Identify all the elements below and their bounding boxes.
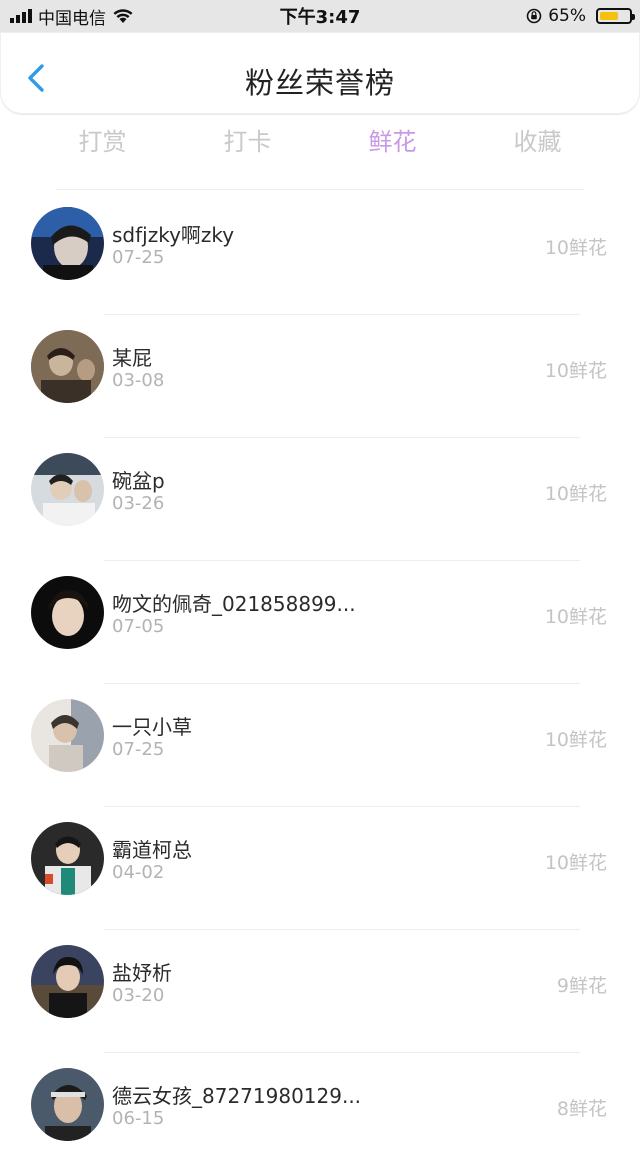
list-item[interactable]: sdfjzky啊zky 07-25 10鲜花 (0, 191, 640, 314)
avatar (31, 699, 104, 772)
avatar (31, 822, 104, 895)
battery-fill (600, 12, 618, 20)
nav-bar: 粉丝荣誉榜 (0, 32, 640, 114)
wifi-icon (113, 9, 133, 23)
fan-name: 盐妤析 (112, 961, 172, 985)
fan-name: 某屁 (112, 346, 152, 370)
list-item[interactable]: 霸道柯总 04-02 10鲜花 (0, 806, 640, 929)
fan-date: 06-15 (112, 1108, 165, 1129)
list-item[interactable]: 一只小草 07-25 10鲜花 (0, 683, 640, 806)
list-item[interactable]: 碗盆p 03-26 10鲜花 (0, 437, 640, 560)
fan-name: 一只小草 (112, 715, 192, 739)
avatar (31, 453, 104, 526)
status-right: 65% (526, 6, 635, 26)
fan-name: 碗盆p (112, 469, 165, 493)
list-item[interactable]: 盐妤析 03-20 9鲜花 (0, 929, 640, 1052)
battery-icon (596, 8, 635, 24)
flower-count: 10鲜花 (544, 729, 607, 751)
signal-icon (10, 9, 32, 23)
list-item[interactable]: 德云女孩_87271980129... 06-15 8鲜花 (0, 1052, 640, 1175)
tab-flowers[interactable]: 鲜花 (320, 116, 465, 176)
flower-count: 8鲜花 (556, 1098, 607, 1120)
fan-date: 07-05 (112, 616, 165, 637)
fan-date: 03-20 (112, 985, 165, 1006)
fan-date: 04-02 (112, 862, 165, 883)
flower-count: 10鲜花 (544, 360, 607, 382)
tab-reward[interactable]: 打赏 (30, 116, 175, 176)
fan-date: 07-25 (112, 247, 165, 268)
status-time: 下午3:47 (279, 7, 361, 28)
fan-name: 霸道柯总 (112, 838, 192, 862)
fan-date: 03-26 (112, 493, 165, 514)
flower-count: 9鲜花 (556, 975, 607, 997)
fan-name: sdfjzky啊zky (112, 223, 235, 247)
list-item[interactable]: 某屁 03-08 10鲜花 (0, 314, 640, 437)
page-title: 粉丝荣誉榜 (244, 66, 395, 100)
tab-checkin[interactable]: 打卡 (175, 116, 320, 176)
fan-name: 德云女孩_87271980129... (112, 1084, 362, 1108)
avatar (31, 945, 104, 1018)
flower-count: 10鲜花 (544, 852, 607, 874)
status-bar: 中国电信 下午3:47 65% (0, 0, 640, 32)
status-left: 中国电信 (10, 4, 134, 29)
fan-name: 吻文的佩奇_021858899... (112, 592, 356, 616)
rotation-lock-icon (526, 8, 542, 24)
avatar (31, 1068, 104, 1141)
fan-ranking-list: sdfjzky啊zky 07-25 10鲜花 某屁 03-08 10鲜花 碗盆p… (0, 191, 640, 1175)
tab-bar: 打赏 打卡 鲜花 收藏 (0, 116, 640, 176)
avatar (31, 330, 104, 403)
avatar (31, 207, 104, 280)
list-item[interactable]: 吻文的佩奇_021858899... 07-05 10鲜花 (0, 560, 640, 683)
battery-percent: 65% (548, 6, 586, 26)
fan-date: 07-25 (112, 739, 165, 760)
carrier-label: 中国电信 (38, 8, 106, 29)
tab-favorites[interactable]: 收藏 (465, 116, 610, 176)
flower-count: 10鲜花 (544, 483, 607, 505)
avatar (31, 576, 104, 649)
flower-count: 10鲜花 (544, 606, 607, 628)
tabs-divider (56, 189, 584, 190)
fan-date: 03-08 (112, 370, 165, 391)
flower-count: 10鲜花 (544, 237, 607, 259)
